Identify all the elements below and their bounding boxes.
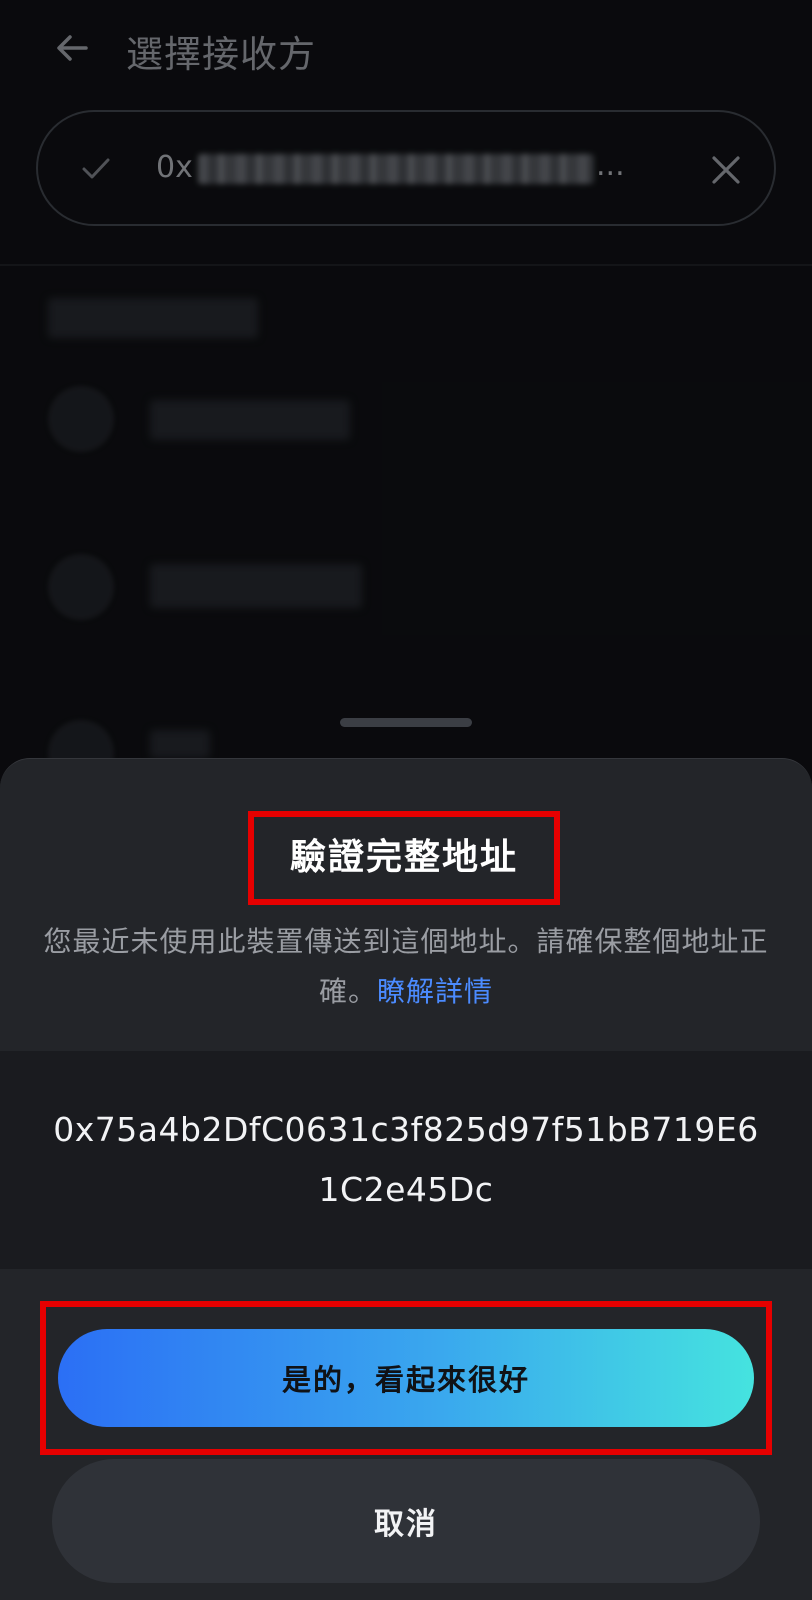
cancel-button[interactable]: 取消 xyxy=(52,1459,760,1583)
confirm-highlight-box: 是的，看起來很好 xyxy=(40,1301,772,1455)
sheet-title: 驗證完整地址 xyxy=(289,837,518,878)
sheet-description: 您最近未使用此裝置傳送到這個地址。請確保整個地址正確。瞭解詳情 xyxy=(34,917,778,1017)
sheet-drag-handle[interactable] xyxy=(340,718,472,727)
confirm-button[interactable]: 是的，看起來很好 xyxy=(58,1329,754,1427)
title-highlight-box: 驗證完整地址 xyxy=(248,811,560,905)
full-address: 0x75a4b2DfC0631c3f825d97f51bB719E61C2e45… xyxy=(53,1110,759,1209)
screen: 選擇接收方 0x ... 驗證完整地址 您最近未使用此裝置傳送到這個地址。請確保… xyxy=(0,0,812,1600)
learn-more-link[interactable]: 瞭解詳情 xyxy=(377,975,493,1008)
verify-address-sheet: 驗證完整地址 您最近未使用此裝置傳送到這個地址。請確保整個地址正確。瞭解詳情 0… xyxy=(0,758,812,1600)
address-panel: 0x75a4b2DfC0631c3f825d97f51bB719E61C2e45… xyxy=(0,1051,812,1269)
